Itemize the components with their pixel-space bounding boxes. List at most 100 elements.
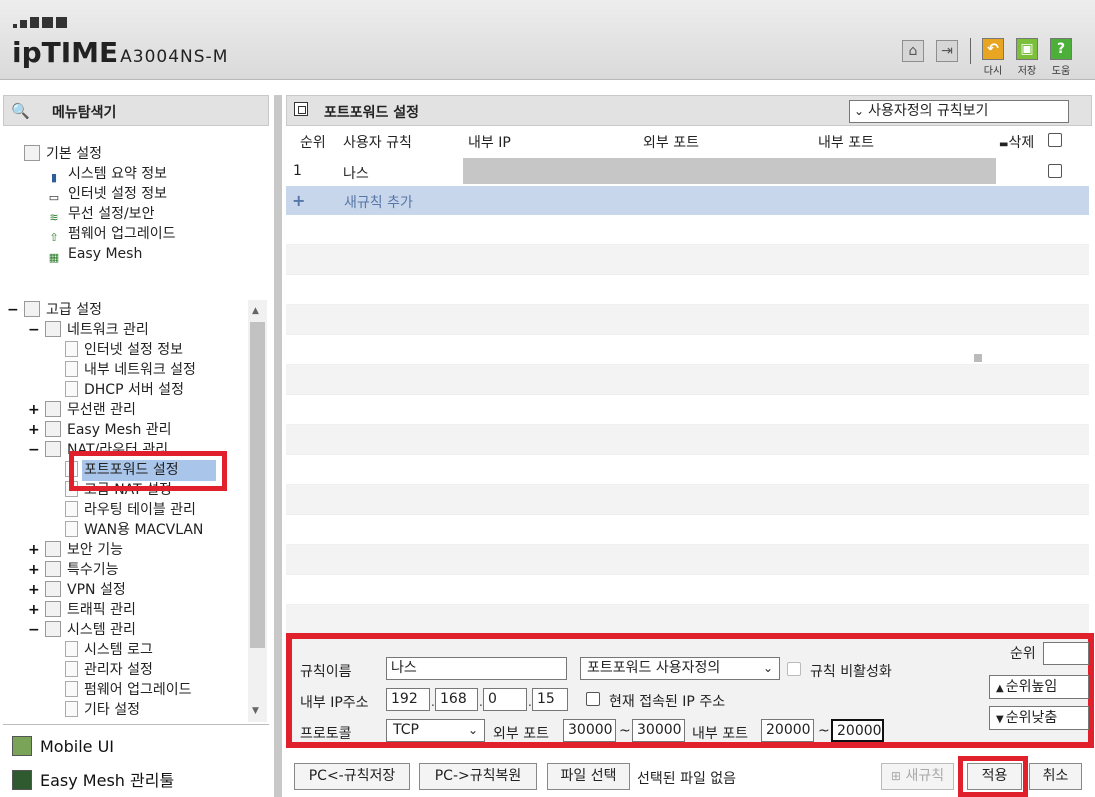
row-delete-checkbox[interactable] bbox=[1048, 164, 1062, 178]
new-rule-button[interactable]: ⊞ 새규칙 bbox=[881, 763, 954, 790]
tree-item-admin[interactable]: 관리자 설정 bbox=[65, 661, 153, 679]
tree-advanced-settings[interactable]: 고급 설정 bbox=[24, 301, 102, 319]
model-name: A3004NS-M bbox=[120, 47, 229, 67]
logout-icon[interactable]: ⇥ bbox=[936, 40, 958, 62]
disable-rule-checkbox[interactable] bbox=[787, 662, 801, 676]
tree-special[interactable]: 특수기능 bbox=[45, 561, 119, 579]
tree-traffic[interactable]: 트래픽 관리 bbox=[45, 601, 136, 619]
button-label: 순위높임 bbox=[1005, 679, 1058, 695]
tree-item-dhcp[interactable]: DHCP 서버 설정 bbox=[65, 381, 184, 399]
tree-basic-settings[interactable]: 기본 설정 bbox=[24, 145, 102, 163]
add-rule-row[interactable]: + 새규칙 추가 bbox=[286, 186, 1089, 215]
expand-icon[interactable]: + bbox=[28, 401, 40, 419]
rank-up-button[interactable]: ▲ 순위높임 bbox=[989, 675, 1089, 699]
chevron-down-icon: ⌄ bbox=[854, 104, 865, 118]
tree-item-firmware-upgrade[interactable]: 펌웨어 업그레이드 bbox=[65, 681, 192, 699]
tree-label: 보안 기능 bbox=[67, 542, 123, 558]
folder-icon bbox=[24, 145, 40, 161]
easymesh-tool-link[interactable]: Easy Mesh 관리툴 bbox=[12, 767, 174, 791]
window-icon bbox=[294, 102, 308, 116]
restore-rules-from-pc-button[interactable]: PC->규칙복원 bbox=[419, 763, 537, 790]
tree-item-easymesh[interactable]: ▦ Easy Mesh bbox=[46, 245, 143, 266]
home-icon[interactable]: ⌂ bbox=[902, 40, 924, 62]
tree-item-system-summary[interactable]: ▮ 시스템 요약 정보 bbox=[46, 165, 167, 186]
collapse-icon[interactable]: − bbox=[28, 621, 40, 639]
tree-item-misc[interactable]: 기타 설정 bbox=[65, 701, 140, 719]
button-label: 새규칙 bbox=[905, 768, 945, 784]
expand-icon[interactable]: + bbox=[28, 561, 40, 579]
chevron-down-icon: ⌄ bbox=[467, 723, 478, 737]
tree-item-internet-info[interactable]: ▭ 인터넷 설정 정보 bbox=[46, 185, 167, 206]
ip-octet-3[interactable]: 0 bbox=[483, 688, 527, 711]
tree-item-lan-settings[interactable]: 내부 네트워크 설정 bbox=[65, 361, 196, 379]
ip-octet-2[interactable]: 168 bbox=[435, 688, 478, 711]
document-icon bbox=[65, 641, 78, 657]
tree-easymesh-manage[interactable]: Easy Mesh 관리 bbox=[45, 421, 172, 439]
upgrade-icon: ⇧ bbox=[49, 231, 59, 244]
tree-item-wan-macvlan[interactable]: WAN용 MACVLAN bbox=[65, 521, 203, 539]
chart-icon: ▮ bbox=[50, 171, 58, 184]
ip-label: 내부 IP주소 bbox=[300, 695, 369, 711]
rank-down-button[interactable]: ▼ 순위낮춤 bbox=[989, 706, 1089, 730]
document-icon bbox=[65, 381, 78, 397]
link-label: Mobile UI bbox=[40, 737, 114, 756]
mobile-ui-link[interactable]: Mobile UI bbox=[12, 736, 114, 756]
save-rules-to-pc-button[interactable]: PC<-규칙저장 bbox=[294, 763, 410, 790]
nav-scrollbar[interactable]: ▲ ▼ bbox=[248, 300, 267, 722]
expand-icon[interactable]: + bbox=[28, 421, 40, 439]
view-rules-select[interactable]: ⌄ 사용자정의 규칙보기 bbox=[849, 100, 1069, 123]
search-icon: 🔍 bbox=[11, 102, 30, 120]
range-tilde: ~ bbox=[619, 723, 631, 739]
collapse-icon[interactable]: − bbox=[7, 301, 19, 319]
tree-label: 무선 설정/보안 bbox=[68, 206, 155, 222]
current-ip-checkbox[interactable] bbox=[586, 692, 600, 706]
collapse-icon[interactable]: − bbox=[28, 321, 40, 339]
rules-table: 1 나스 + 새규칙 추가 bbox=[286, 155, 1089, 635]
tree-vpn[interactable]: VPN 설정 bbox=[45, 581, 126, 599]
save-button[interactable]: ▣ 저장 bbox=[1013, 38, 1041, 77]
folder-icon bbox=[45, 401, 61, 417]
scroll-up-icon[interactable]: ▲ bbox=[252, 306, 259, 316]
external-port-start[interactable]: 30000 bbox=[563, 719, 616, 742]
tree-item-firmware[interactable]: ⇧ 펌웨어 업그레이드 bbox=[46, 225, 175, 246]
cancel-button[interactable]: 취소 bbox=[1029, 763, 1082, 790]
expand-icon[interactable]: + bbox=[28, 541, 40, 559]
scroll-thumb[interactable] bbox=[250, 322, 265, 648]
internal-port-end[interactable]: 20000 bbox=[831, 719, 884, 742]
tree-label: 펌웨어 업그레이드 bbox=[84, 682, 192, 698]
protocol-select[interactable]: TCP ⌄ bbox=[386, 719, 485, 742]
tree-item-internet-settings[interactable]: 인터넷 설정 정보 bbox=[65, 341, 183, 359]
empty-row bbox=[286, 365, 1089, 395]
ip-octet-4[interactable]: 15 bbox=[532, 688, 568, 711]
mesh-tool-icon bbox=[12, 770, 32, 790]
rule-name-input[interactable]: 나스 bbox=[386, 657, 567, 680]
help-button[interactable]: ? 도움 bbox=[1047, 38, 1075, 77]
collapse-icon[interactable]: − bbox=[28, 441, 40, 459]
tree-security[interactable]: 보안 기능 bbox=[45, 541, 123, 559]
ip-octet-1[interactable]: 192 bbox=[386, 688, 430, 711]
wireless-icon: ≋ bbox=[49, 211, 59, 224]
external-port-end[interactable]: 30000 bbox=[632, 719, 685, 742]
rule-type-select[interactable]: 포트포워드 사용자정의 ⌄ bbox=[580, 657, 780, 680]
scroll-down-icon[interactable]: ▼ bbox=[252, 706, 259, 716]
document-icon bbox=[65, 661, 78, 677]
internal-port-start[interactable]: 20000 bbox=[761, 719, 814, 742]
tree-label: 네트워크 관리 bbox=[67, 322, 149, 338]
expand-icon[interactable]: + bbox=[28, 601, 40, 619]
empty-row bbox=[286, 485, 1089, 515]
select-all-checkbox[interactable] bbox=[1048, 133, 1062, 147]
tree-system[interactable]: 시스템 관리 bbox=[45, 621, 136, 639]
tree-label: 라우팅 테이블 관리 bbox=[84, 502, 196, 518]
panel-divider[interactable] bbox=[274, 95, 282, 797]
tree-item-routing-table[interactable]: 라우팅 테이블 관리 bbox=[65, 501, 196, 519]
undo-button[interactable]: ↶ 다시 bbox=[979, 38, 1007, 77]
table-row[interactable]: 1 나스 bbox=[286, 156, 1089, 185]
rank-input[interactable] bbox=[1043, 642, 1089, 665]
tree-item-wireless[interactable]: ≋ 무선 설정/보안 bbox=[46, 205, 154, 226]
expand-icon[interactable]: + bbox=[28, 581, 40, 599]
choose-file-button[interactable]: 파일 선택 bbox=[547, 763, 630, 790]
tree-network[interactable]: 네트워크 관리 bbox=[45, 321, 149, 339]
tree-wireless-lan[interactable]: 무선랜 관리 bbox=[45, 401, 136, 419]
mobile-icon bbox=[12, 736, 32, 756]
tree-item-system-log[interactable]: 시스템 로그 bbox=[65, 641, 153, 659]
